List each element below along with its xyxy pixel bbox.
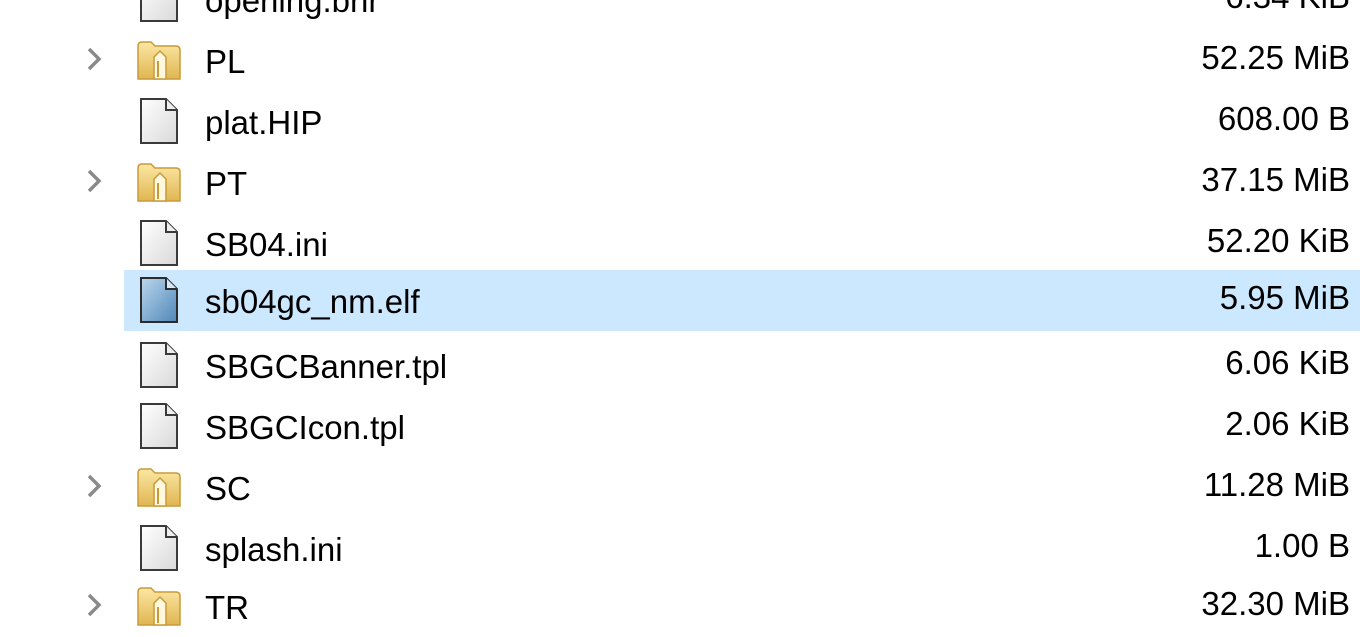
- file-row-splash-ini[interactable]: splash.ini 1.00 B: [0, 518, 1360, 579]
- file-size: 1.00 B: [1254, 527, 1350, 564]
- file-name: opening.bnr: [205, 0, 380, 19]
- file-row-opening-bnr[interactable]: opening.bnr 6.34 KiB: [0, 0, 1360, 30]
- file-row-sb04gc-nm-elf[interactable]: sb04gc_nm.elf 5.95 MiB: [0, 270, 1360, 331]
- file-size: 6.34 KiB: [1225, 0, 1350, 30]
- folder-row-pt[interactable]: PT 37.15 MiB: [0, 152, 1360, 213]
- folder-size: 37.15 MiB: [1201, 161, 1350, 198]
- file-icon: [136, 342, 182, 388]
- file-row-sbgcbanner-tpl[interactable]: SBGCBanner.tpl 6.06 KiB: [0, 335, 1360, 396]
- folder-size: 52.25 MiB: [1201, 39, 1350, 76]
- file-size: 2.06 KiB: [1225, 405, 1350, 442]
- chevron-right-icon[interactable]: [80, 44, 110, 74]
- file-icon: [136, 220, 182, 266]
- folder-name: TR: [205, 589, 249, 626]
- file-tree: opening.bnr 6.34 KiB PL 52.25 MiB pl: [0, 0, 1360, 637]
- file-name: SBGCIcon.tpl: [205, 409, 405, 446]
- folder-icon: [136, 464, 182, 510]
- executable-file-icon: [136, 277, 182, 323]
- file-row-plat-hip[interactable]: plat.HIP 608.00 B: [0, 91, 1360, 152]
- file-icon: [136, 98, 182, 144]
- chevron-right-icon[interactable]: [80, 471, 110, 501]
- folder-size: 11.28 MiB: [1203, 466, 1350, 503]
- folder-icon: [136, 159, 182, 205]
- chevron-right-icon[interactable]: [80, 166, 110, 196]
- folder-name: PT: [205, 165, 248, 202]
- file-row-sb04-ini[interactable]: SB04.ini 52.20 KiB: [0, 213, 1360, 274]
- file-size: 608.00 B: [1217, 100, 1350, 137]
- file-icon: [136, 525, 182, 571]
- file-size: 5.95 MiB: [1219, 279, 1350, 316]
- file-name: SB04.ini: [205, 226, 328, 263]
- file-icon: [136, 403, 182, 449]
- file-name: plat.HIP: [205, 104, 323, 141]
- file-row-sbgcicon-tpl[interactable]: SBGCIcon.tpl 2.06 KiB: [0, 396, 1360, 457]
- file-name: splash.ini: [205, 531, 343, 568]
- file-size: 6.06 KiB: [1225, 344, 1350, 381]
- folder-name: PL: [205, 43, 246, 80]
- file-name: sb04gc_nm.elf: [205, 283, 420, 320]
- folder-size: 32.30 MiB: [1201, 585, 1350, 622]
- folder-row-pl[interactable]: PL 52.25 MiB: [0, 30, 1360, 91]
- folder-icon: [136, 583, 182, 629]
- chevron-right-icon[interactable]: [80, 590, 110, 620]
- file-size: 52.20 KiB: [1206, 222, 1350, 259]
- folder-icon: [136, 37, 182, 83]
- folder-row-sc[interactable]: SC 11.28 MiB: [0, 457, 1360, 518]
- folder-row-tr[interactable]: TR 32.30 MiB: [0, 576, 1360, 637]
- file-icon: [136, 0, 182, 22]
- folder-name: SC: [205, 470, 251, 507]
- file-name: SBGCBanner.tpl: [205, 348, 448, 385]
